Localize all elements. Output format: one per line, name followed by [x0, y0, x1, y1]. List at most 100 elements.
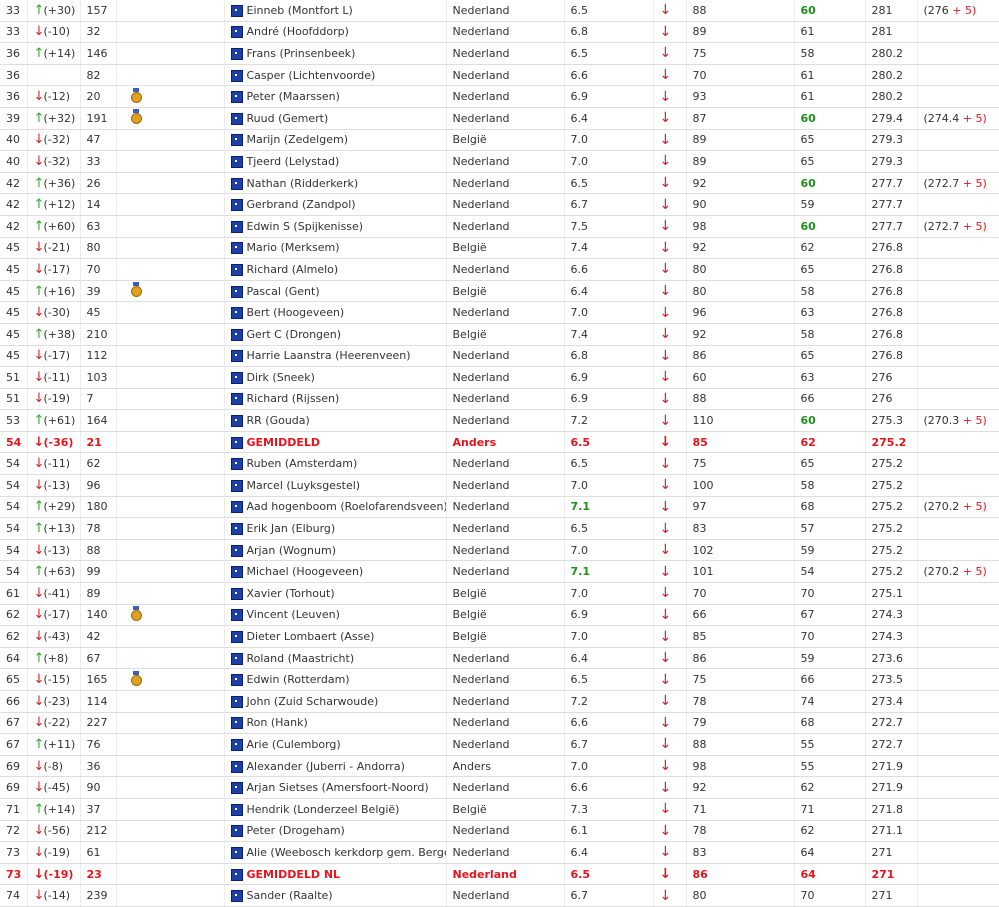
player-cell[interactable]: Alexander (Juberri - Andorra): [224, 755, 447, 778]
profile-icon[interactable]: [230, 112, 243, 125]
profile-icon[interactable]: [230, 263, 243, 276]
player-name[interactable]: Sander (Raalte): [247, 889, 333, 902]
profile-icon[interactable]: [230, 436, 243, 449]
player-name[interactable]: Dieter Lombaert (Asse): [247, 630, 375, 643]
player-name[interactable]: Vincent (Leuven): [247, 608, 340, 621]
player-name[interactable]: Harrie Laanstra (Heerenveen): [247, 349, 411, 362]
player-cell[interactable]: Arjan Sietses (Amersfoort-Noord): [224, 776, 447, 799]
profile-icon[interactable]: [230, 523, 243, 536]
profile-icon[interactable]: [230, 4, 243, 17]
player-name[interactable]: Aad hogenboom (Roelofarendsveen): [247, 500, 446, 513]
player-name[interactable]: Marijn (Zedelgem): [247, 133, 349, 146]
player-name[interactable]: Nathan (Ridderkerk): [247, 177, 359, 190]
player-cell[interactable]: Marijn (Zedelgem): [224, 129, 447, 152]
player-name[interactable]: Gert C (Drongen): [247, 328, 342, 341]
profile-icon[interactable]: [230, 242, 243, 255]
profile-icon[interactable]: [230, 868, 243, 881]
profile-icon[interactable]: [230, 415, 243, 428]
profile-icon[interactable]: [230, 91, 243, 104]
profile-icon[interactable]: [230, 782, 243, 795]
profile-icon[interactable]: [230, 695, 243, 708]
player-cell[interactable]: Aad hogenboom (Roelofarendsveen): [224, 496, 447, 519]
profile-icon[interactable]: [230, 846, 243, 859]
player-name[interactable]: Arjan Sietses (Amersfoort-Noord): [247, 781, 429, 794]
player-name[interactable]: GEMIDDELD NL: [247, 868, 341, 881]
player-cell[interactable]: Gerbrand (Zandpol): [224, 193, 447, 216]
profile-icon[interactable]: [230, 479, 243, 492]
profile-icon[interactable]: [230, 458, 243, 471]
player-cell[interactable]: Ron (Hank): [224, 712, 447, 735]
player-cell[interactable]: Xavier (Torhout): [224, 582, 447, 605]
player-cell[interactable]: GEMIDDELD NL: [224, 863, 447, 886]
player-cell[interactable]: André (Hoofddorp): [224, 21, 447, 44]
player-cell[interactable]: Bert (Hoogeveen): [224, 301, 447, 324]
player-cell[interactable]: Marcel (Luyksgestel): [224, 474, 447, 497]
player-name[interactable]: Arjan (Wognum): [247, 544, 337, 557]
profile-icon[interactable]: [230, 328, 243, 341]
profile-icon[interactable]: [230, 501, 243, 514]
player-name[interactable]: Edwin S (Spijkenisse): [247, 220, 364, 233]
player-cell[interactable]: Dirk (Sneek): [224, 366, 447, 389]
player-name[interactable]: Michael (Hoogeveen): [247, 565, 364, 578]
profile-icon[interactable]: [230, 285, 243, 298]
player-name[interactable]: Roland (Maastricht): [247, 652, 355, 665]
player-name[interactable]: Arie (Culemborg): [247, 738, 341, 751]
player-name[interactable]: GEMIDDELD: [247, 436, 321, 449]
player-name[interactable]: Ruud (Gemert): [247, 112, 329, 125]
player-cell[interactable]: John (Zuid Scharwoude): [224, 690, 447, 713]
player-name[interactable]: Bert (Hoogeveen): [247, 306, 345, 319]
profile-icon[interactable]: [230, 371, 243, 384]
profile-icon[interactable]: [230, 199, 243, 212]
profile-icon[interactable]: [230, 220, 243, 233]
player-name[interactable]: Frans (Prinsenbeek): [247, 47, 356, 60]
profile-icon[interactable]: [230, 890, 243, 903]
player-name[interactable]: Casper (Lichtenvoorde): [247, 69, 376, 82]
player-name[interactable]: John (Zuid Scharwoude): [247, 695, 379, 708]
profile-icon[interactable]: [230, 760, 243, 773]
player-cell[interactable]: Arjan (Wognum): [224, 539, 447, 562]
player-cell[interactable]: Dieter Lombaert (Asse): [224, 625, 447, 648]
profile-icon[interactable]: [230, 393, 243, 406]
player-name[interactable]: Edwin (Rotterdam): [247, 673, 350, 686]
player-cell[interactable]: Mario (Merksem): [224, 237, 447, 260]
profile-icon[interactable]: [230, 177, 243, 190]
profile-icon[interactable]: [230, 134, 243, 147]
player-cell[interactable]: Gert C (Drongen): [224, 323, 447, 346]
player-name[interactable]: Richard (Rijssen): [247, 392, 340, 405]
player-cell[interactable]: Richard (Rijssen): [224, 388, 447, 411]
player-name[interactable]: Ron (Hank): [247, 716, 308, 729]
player-cell[interactable]: Harrie Laanstra (Heerenveen): [224, 345, 447, 368]
profile-icon[interactable]: [230, 47, 243, 60]
profile-icon[interactable]: [230, 631, 243, 644]
player-cell[interactable]: Peter (Drogeham): [224, 820, 447, 843]
profile-icon[interactable]: [230, 155, 243, 168]
player-cell[interactable]: Edwin S (Spijkenisse): [224, 215, 447, 238]
player-cell[interactable]: GEMIDDELD: [224, 431, 447, 454]
player-name[interactable]: Einneb (Montfort L): [247, 4, 353, 17]
player-cell[interactable]: Edwin (Rotterdam): [224, 668, 447, 691]
profile-icon[interactable]: [230, 69, 243, 82]
player-name[interactable]: Peter (Drogeham): [247, 824, 345, 837]
profile-icon[interactable]: [230, 825, 243, 838]
player-cell[interactable]: Ruben (Amsterdam): [224, 452, 447, 476]
player-cell[interactable]: Arie (Culemborg): [224, 733, 447, 756]
player-name[interactable]: Ruben (Amsterdam): [247, 457, 358, 470]
player-name[interactable]: Dirk (Sneek): [247, 371, 315, 384]
profile-icon[interactable]: [230, 587, 243, 600]
player-name[interactable]: Alie (Weebosch kerkdorp gem. Bergeijk): [247, 846, 446, 859]
player-cell[interactable]: Michael (Hoogeveen): [224, 560, 447, 584]
player-cell[interactable]: Erik Jan (Elburg): [224, 517, 447, 540]
player-name[interactable]: Pascal (Gent): [247, 285, 320, 298]
player-name[interactable]: André (Hoofddorp): [247, 25, 349, 38]
player-cell[interactable]: RR (Gouda): [224, 409, 447, 432]
profile-icon[interactable]: [230, 544, 243, 557]
player-name[interactable]: RR (Gouda): [247, 414, 310, 427]
player-cell[interactable]: Einneb (Montfort L): [224, 0, 447, 22]
profile-icon[interactable]: [230, 307, 243, 320]
player-cell[interactable]: Nathan (Ridderkerk): [224, 172, 447, 195]
player-cell[interactable]: Tjeerd (Lelystad): [224, 150, 447, 173]
player-cell[interactable]: Hendrik (Londerzeel België): [224, 798, 447, 821]
player-cell[interactable]: Vincent (Leuven): [224, 604, 447, 627]
profile-icon[interactable]: [230, 674, 243, 687]
player-name[interactable]: Alexander (Juberri - Andorra): [247, 760, 405, 773]
